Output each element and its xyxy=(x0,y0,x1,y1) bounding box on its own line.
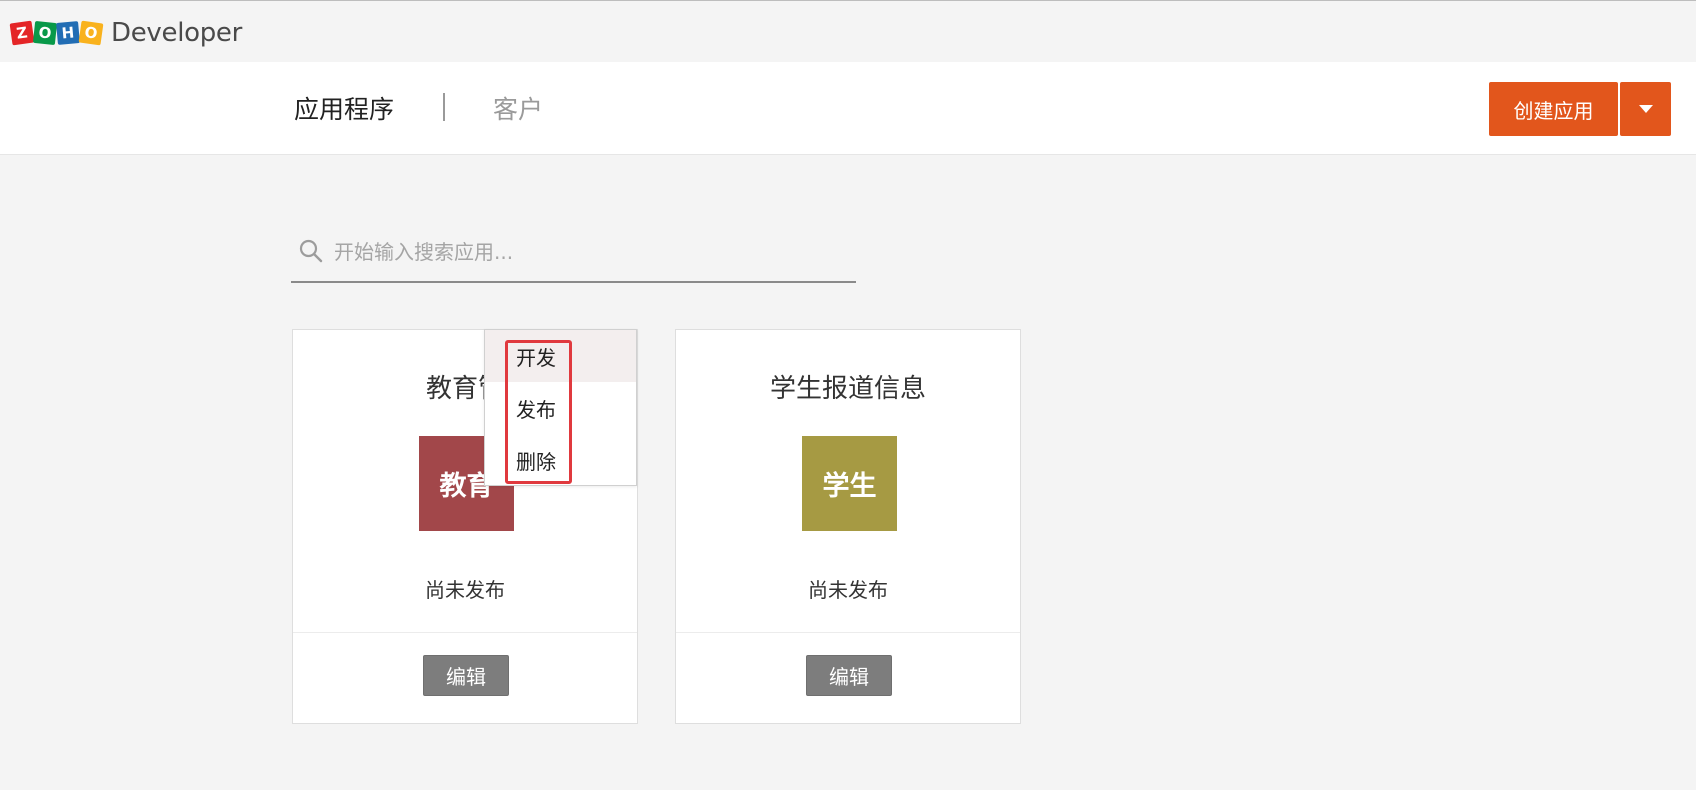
search-bar xyxy=(291,226,856,283)
app-card-title: 学生报道信息 xyxy=(769,374,926,404)
nav-bar: 应用程序 客户 创建应用 xyxy=(0,62,1696,155)
nav-divider xyxy=(443,93,445,121)
menu-item-develop[interactable]: 开发 xyxy=(485,330,636,382)
edit-button[interactable]: 编辑 xyxy=(423,655,509,696)
search-input[interactable] xyxy=(332,232,842,272)
tab-clients[interactable]: 客户 xyxy=(493,90,543,126)
tab-applications[interactable]: 应用程序 xyxy=(294,90,394,126)
app-card-footer: 编辑 xyxy=(293,632,637,724)
app-card-footer: 编辑 xyxy=(676,632,1020,724)
search-icon xyxy=(299,239,323,263)
caret-down-icon xyxy=(1638,105,1653,113)
create-app-dropdown-button[interactable] xyxy=(1620,82,1671,136)
logo-tile-z: Z xyxy=(9,20,35,46)
logo-tile-h: H xyxy=(56,21,80,45)
menu-item-delete[interactable]: 删除 xyxy=(485,434,636,486)
logo-text: Developer xyxy=(111,18,243,48)
app-icon[interactable]: 学生 xyxy=(802,436,897,531)
app-status: 尚未发布 xyxy=(808,578,888,602)
zoho-developer-logo[interactable]: Z O H O Developer xyxy=(9,17,243,49)
top-bar: Z O H O Developer xyxy=(0,0,1696,62)
app-status: 尚未发布 xyxy=(425,578,505,602)
create-app-button[interactable]: 创建应用 xyxy=(1489,82,1618,136)
logo-tile-o: O xyxy=(32,20,58,46)
app-card-student-report[interactable]: 学生报道信息 学生 尚未发布 编辑 xyxy=(675,329,1021,724)
logo-tile-o-2: O xyxy=(78,20,104,46)
menu-item-publish[interactable]: 发布 xyxy=(485,382,636,434)
app-context-menu: 开发 发布 删除 xyxy=(484,329,637,486)
zoho-logo-icon: Z O H O xyxy=(9,20,104,46)
edit-button[interactable]: 编辑 xyxy=(806,655,892,696)
